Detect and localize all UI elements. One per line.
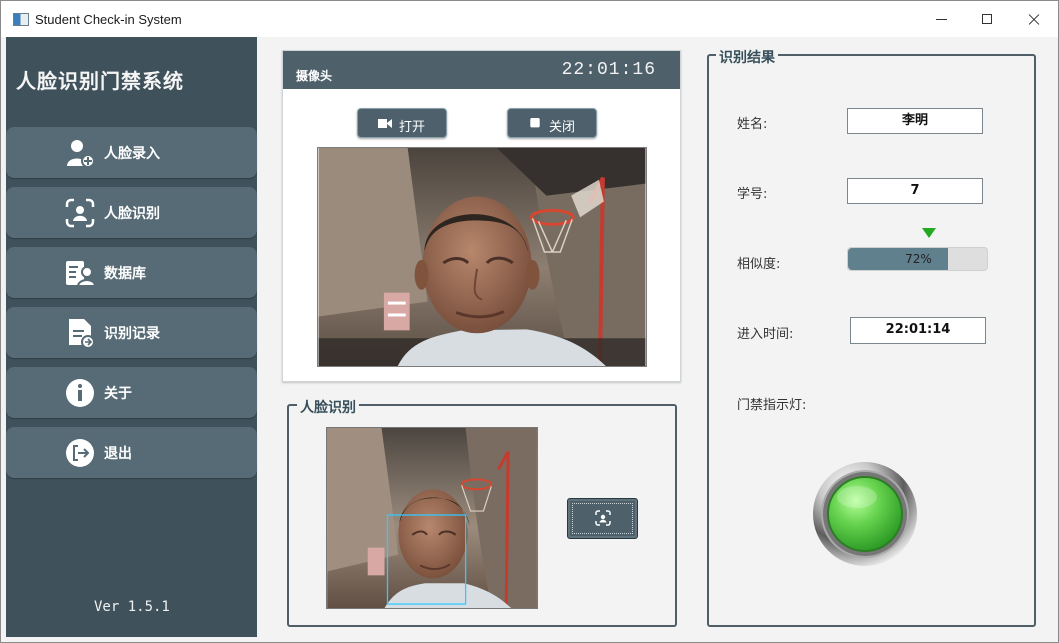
video-camera-icon [378,119,392,128]
sidebar-item-label: 识别记录 [104,326,160,342]
database-user-icon [66,261,96,287]
sidebar-item-face-enroll[interactable]: 人脸录入 [6,127,257,178]
close-camera-label: 关闭 [549,120,576,135]
logout-icon [66,439,94,467]
version-label: Ver 1.5.1 [94,599,170,615]
sidebar-item-records[interactable]: 识别记录 [6,307,257,358]
camera-feed-image [317,147,647,367]
open-camera-label: 打开 [399,120,426,135]
maximize-icon [982,14,992,24]
info-icon [66,379,94,407]
face-recognition-title: 人脸识别 [297,397,359,417]
face-scan-icon [65,198,95,228]
window-title: Student Check-in System [35,12,182,27]
camera-header: 摄像头 22:01:16 [283,51,680,89]
sidebar-item-exit[interactable]: 退出 [6,427,257,478]
recognized-face-image [326,427,538,609]
sidebar-item-label: 人脸识别 [104,206,160,222]
capture-face-button[interactable] [567,498,638,539]
app-window: Student Check-in System 人脸识别门禁系统 人脸录入 人脸… [0,0,1059,643]
similarity-threshold-marker [922,228,936,238]
app-icon [13,13,29,26]
stop-icon [530,118,540,128]
minimize-icon [936,19,947,20]
entry-time-value: 22:01:14 [850,317,986,344]
similarity-label: 相似度: [737,257,781,272]
entry-time-label: 进入时间: [737,327,794,342]
sidebar-item-label: 人脸录入 [104,146,160,162]
name-value: 李明 [847,108,983,134]
sidebar-item-database[interactable]: 数据库 [6,247,257,298]
minimize-button[interactable] [919,1,965,37]
title-bar: Student Check-in System [1,1,1058,37]
access-indicator-lamp [813,462,917,566]
sidebar: 人脸识别门禁系统 人脸录入 人脸识别 数据库 识别记录 关于 退出 Ver 1.… [6,37,257,637]
close-camera-button[interactable]: 关闭 [507,108,597,138]
sidebar-item-label: 关于 [104,386,132,402]
face-recognition-group: 人脸识别 [287,397,677,627]
maximize-button[interactable] [965,1,1011,37]
open-camera-button[interactable]: 打开 [357,108,447,138]
brand-title: 人脸识别门禁系统 [16,69,184,93]
camera-title: 摄像头 [296,69,333,83]
user-add-icon [67,140,95,168]
recognition-result-title: 识别结果 [716,47,778,67]
sidebar-item-face-recognition[interactable]: 人脸识别 [6,187,257,238]
student-id-label: 学号: [737,187,768,202]
record-icon [69,319,95,349]
similarity-progress-bar: 72% [847,247,988,271]
name-label: 姓名: [737,117,768,132]
current-time: 22:01:16 [561,60,656,80]
access-lamp-label: 门禁指示灯: [737,398,807,413]
recognition-result-group: 识别结果 姓名: 李明 学号: 7 相似度: 72% 进入时间: 22:01:1… [707,47,1036,627]
close-window-button[interactable] [1011,1,1057,37]
sidebar-item-label: 数据库 [104,266,146,282]
similarity-value: 72% [905,252,932,266]
camera-panel: 摄像头 22:01:16 打开 关闭 [282,50,681,382]
sidebar-item-label: 退出 [104,446,132,462]
student-id-value: 7 [847,178,983,204]
face-scan-icon [595,510,611,526]
sidebar-item-about[interactable]: 关于 [6,367,257,418]
